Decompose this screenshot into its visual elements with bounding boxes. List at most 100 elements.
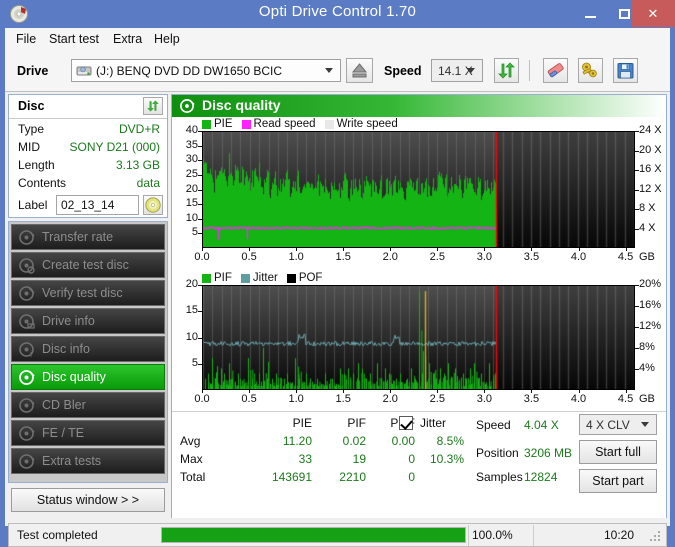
disc-row-contents-key: Contents	[18, 176, 67, 190]
menu-bar: File Start test Extra Help	[5, 28, 670, 52]
stats-table: PIE PIF POF Jitter Avg 11.20 0.02 0.00 8…	[172, 411, 666, 518]
sidebar-item-drive-info[interactable]: Drive info	[11, 308, 165, 334]
sidebar-item-disc-quality[interactable]: Disc quality	[11, 364, 165, 390]
save-button[interactable]	[613, 58, 638, 83]
x-tick	[625, 390, 627, 393]
maximize-icon	[618, 8, 630, 19]
legend-swatch-write-speed	[324, 119, 334, 129]
x-tick	[296, 390, 298, 393]
eject-button[interactable]	[346, 58, 373, 83]
y-tick-left	[198, 174, 202, 176]
disc-verify-icon	[18, 285, 35, 302]
disc-bler-icon	[18, 397, 35, 414]
menu-item-file[interactable]: File	[13, 32, 39, 46]
disc-label-row: Label	[9, 194, 167, 218]
sidebar-item-transfer-rate[interactable]: Transfer rate	[11, 224, 165, 250]
disc-refresh-button[interactable]	[143, 97, 163, 115]
sidebar-item-cd-bler[interactable]: CD Bler	[11, 392, 165, 418]
chevron-down-icon	[467, 68, 475, 73]
y-tick-right	[635, 228, 639, 230]
speed-select[interactable]: 14.1 X	[431, 59, 483, 82]
stats-side-label-position: Position	[476, 446, 519, 460]
y-tick-label-right: 24 X	[639, 124, 662, 136]
legend-label-pif: PIF	[214, 272, 232, 284]
stats-avg-pif: 0.02	[342, 434, 366, 448]
disc-label-button[interactable]	[143, 195, 163, 215]
resize-grip[interactable]	[650, 531, 662, 543]
key-button[interactable]	[578, 58, 603, 83]
y-tick-label-left: 15	[185, 304, 198, 317]
sidebar-item-verify-test-disc[interactable]: Verify test disc	[11, 280, 165, 306]
x-tick	[484, 390, 486, 393]
minimize-button[interactable]	[573, 0, 607, 27]
y-tick-left	[198, 337, 202, 339]
stats-side-label-speed: Speed	[476, 418, 511, 432]
pie-chart: PIE Read speed Write speed 5 10 15 20 25 30 35…	[172, 117, 666, 269]
content-header: Disc quality	[172, 95, 666, 117]
pif-chart: PIF Jitter POF 5 10 15 20 4% 8% 12% 16% 20% 0.0 0.…	[172, 271, 666, 411]
sidebar-item-disc-info[interactable]: i Disc info	[11, 336, 165, 362]
sidebar-item-fe-te[interactable]: FE / TE	[11, 420, 165, 446]
sidebar-label: Transfer rate	[42, 230, 114, 244]
y-tick-left	[198, 160, 202, 162]
stats-side-value-position: 3206 MB	[524, 446, 573, 460]
refresh-button[interactable]	[494, 58, 519, 83]
disc-label-input[interactable]	[56, 195, 139, 215]
stats-total-pie: 143691	[271, 470, 312, 484]
drive-label: Drive	[17, 64, 49, 78]
optical-drive-icon	[76, 63, 92, 78]
x-tick	[531, 248, 533, 251]
y-tick-label-left: 5	[191, 226, 198, 239]
x-tick	[437, 390, 439, 393]
stats-header-pie: PIE	[292, 416, 312, 430]
stats-header-jitter: Jitter	[420, 416, 447, 430]
client-area: File Start test Extra Help Drive (J:) BE…	[5, 28, 670, 547]
x-axis-unit-label: GB	[639, 251, 655, 263]
sidebar-label: FE / TE	[42, 426, 85, 440]
speed-label: Speed	[384, 64, 422, 78]
x-tick-label: 0.5	[241, 393, 257, 405]
progress-percent: 100.0%	[472, 528, 513, 542]
disc-row-type-key: Type	[18, 122, 45, 136]
y-tick-left	[198, 189, 202, 191]
status-separator	[533, 525, 534, 546]
sidebar-item-extra-tests[interactable]: Extra tests	[11, 448, 165, 474]
legend-swatch-pof	[286, 273, 296, 283]
x-tick-label: 1.0	[288, 393, 304, 405]
drive-select[interactable]: (J:) BENQ DVD DD DW1650 BCIC	[71, 59, 341, 82]
x-tick-label: 4.5	[617, 251, 634, 263]
x-tick	[202, 390, 203, 393]
write-mode-select[interactable]: 4 X CLV	[579, 414, 657, 435]
sidebar-item-create-test-disc[interactable]: Create test disc	[11, 252, 165, 278]
y-tick-label-left: 25	[185, 167, 198, 180]
x-tick-label: 3.0	[476, 251, 493, 263]
disc-create-icon	[18, 257, 35, 274]
legend-label-write-speed: Write speed	[336, 118, 398, 130]
y-tick-label-right: 4%	[639, 362, 655, 374]
menu-item-help[interactable]: Help	[151, 32, 183, 46]
stats-side-label-samples: Samples	[476, 470, 523, 484]
stats-header-pif: PIF	[347, 416, 366, 430]
x-tick-label: 2.0	[382, 251, 398, 263]
y-tick-label-left: 40	[185, 124, 198, 136]
erase-button[interactable]	[543, 58, 568, 83]
x-tick	[249, 248, 251, 251]
disc-drive-icon	[18, 313, 35, 330]
x-tick	[390, 248, 392, 251]
start-full-button[interactable]: Start full	[579, 440, 657, 464]
pif-chart-legend: PIF Jitter POF	[202, 271, 328, 285]
x-tick-label: 3.0	[476, 393, 493, 405]
y-tick-right	[635, 348, 639, 349]
app-window: Opti Drive Control 1.70 ✕ File Start tes…	[0, 0, 675, 547]
start-part-button[interactable]: Start part	[579, 469, 657, 493]
legend-swatch-jitter	[240, 273, 250, 283]
menu-item-start-test[interactable]: Start test	[46, 32, 102, 46]
status-window-button[interactable]: Status window > >	[11, 488, 165, 512]
jitter-checkbox[interactable]	[399, 416, 413, 430]
minimize-icon	[584, 15, 596, 18]
menu-item-extra[interactable]: Extra	[110, 32, 145, 46]
x-tick-label: 2.5	[429, 393, 445, 405]
disc-extra-icon	[18, 453, 35, 470]
close-button[interactable]: ✕	[631, 0, 675, 27]
y-tick-left	[198, 131, 202, 132]
